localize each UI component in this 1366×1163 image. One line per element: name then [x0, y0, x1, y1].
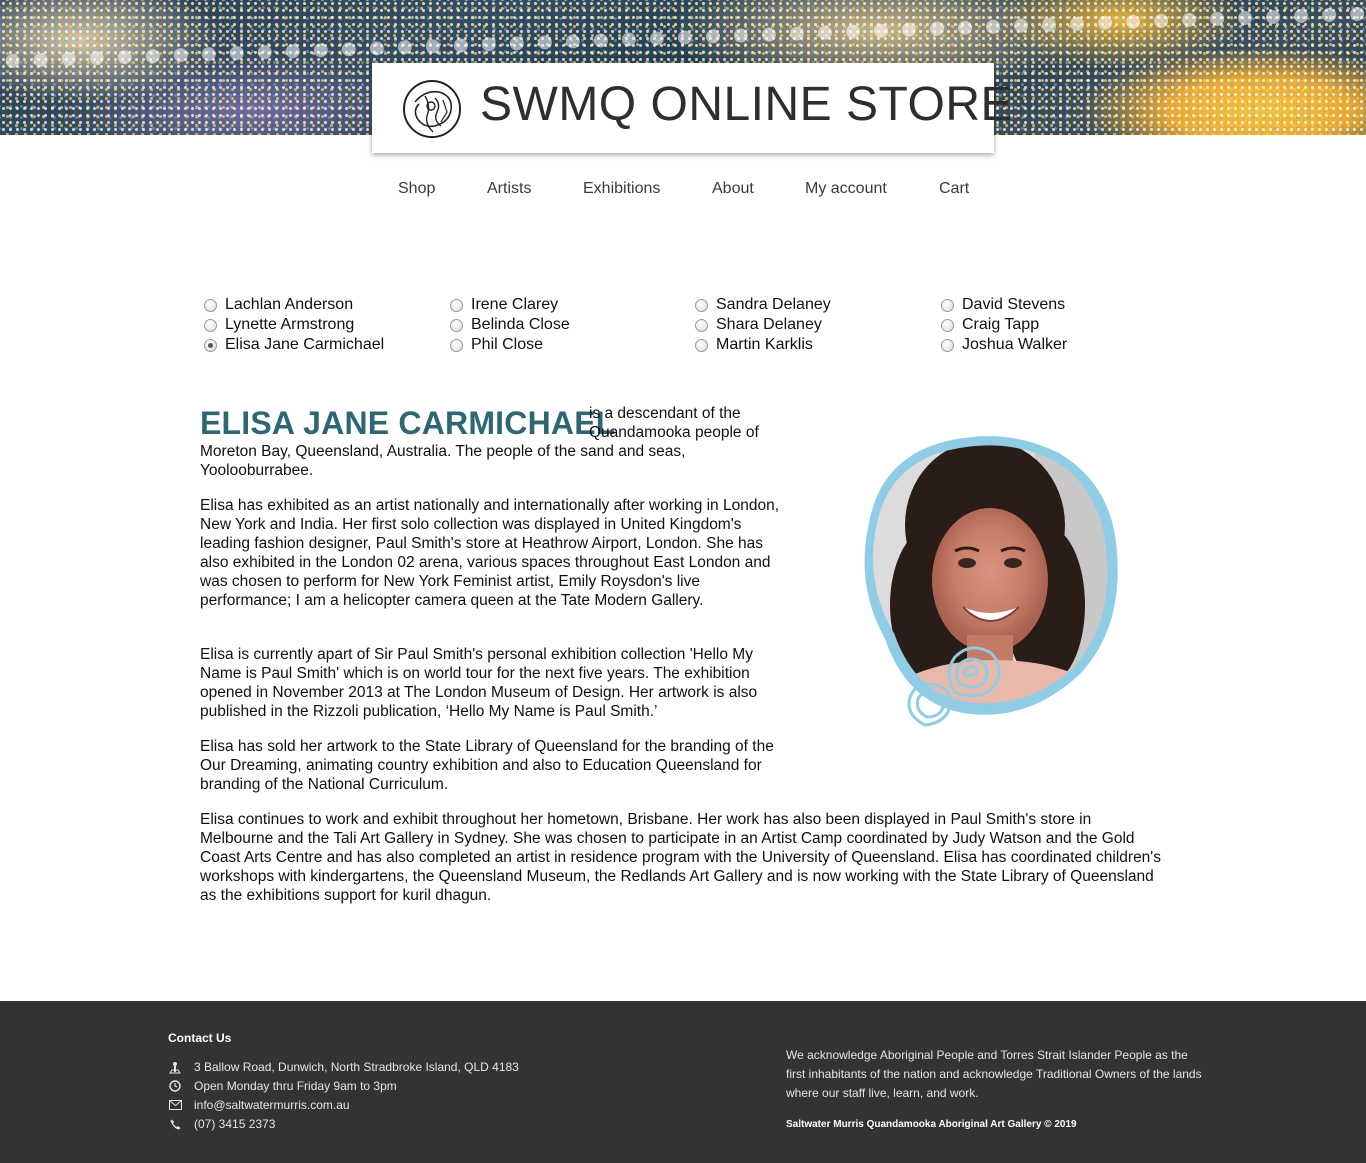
artist-name: Sandra Delaney: [716, 296, 831, 313]
radio-button[interactable]: [941, 338, 954, 352]
artist-option[interactable]: Irene Clarey: [450, 295, 690, 315]
radio-button[interactable]: [204, 298, 217, 312]
artist-option[interactable]: Craig Tapp: [941, 315, 1181, 335]
bio-intro-inline: is a descendant of the Quandamooka peopl…: [589, 405, 759, 441]
artist-option[interactable]: Lynette Armstrong: [204, 315, 444, 335]
nav-cart[interactable]: Cart: [939, 180, 969, 198]
artist-name-heading: ELISA JANE CARMICHAEL: [200, 405, 616, 441]
clock-icon: [168, 1079, 182, 1093]
hours-text: Open Monday thru Friday 9am to 3pm: [194, 1079, 397, 1093]
site-footer: Contact Us 3 Ballow Road, Dunwich, North…: [0, 1001, 1366, 1163]
store-logo-icon[interactable]: [403, 80, 461, 138]
artist-option[interactable]: Lachlan Anderson: [204, 295, 444, 315]
artist-option[interactable]: Phil Close: [450, 335, 690, 355]
bio-paragraph: Elisa continues to work and exhibit thro…: [200, 811, 1162, 904]
nav-my-account[interactable]: My account: [805, 180, 887, 198]
radio-button[interactable]: [450, 338, 463, 352]
artist-selector: Lachlan Anderson Lynette Armstrong Elisa…: [204, 295, 1104, 355]
artist-photo: [855, 435, 1120, 735]
radio-button[interactable]: [695, 318, 708, 332]
radio-button[interactable]: [695, 338, 708, 352]
nav-artists[interactable]: Artists: [487, 180, 531, 198]
artist-option[interactable]: Elisa Jane Carmichael: [204, 335, 444, 355]
contact-phone[interactable]: (07) 3415 2373: [168, 1116, 275, 1132]
artist-option[interactable]: Shara Delaney: [695, 315, 935, 335]
radio-button[interactable]: [204, 318, 217, 332]
address-text: 3 Ballow Road, Dunwich, North Stradbroke…: [194, 1060, 519, 1074]
copyright-text: Saltwater Murris Quandamooka Aboriginal …: [786, 1119, 1077, 1130]
artist-name: Phil Close: [471, 336, 544, 353]
contact-email[interactable]: info@saltwatermurris.com.au: [168, 1097, 350, 1113]
artist-option[interactable]: Joshua Walker: [941, 335, 1181, 355]
nav-exhibitions[interactable]: Exhibitions: [583, 180, 660, 198]
artist-name: Martin Karklis: [716, 336, 813, 353]
main-nav: Shop Artists Exhibitions About My accoun…: [0, 180, 1366, 202]
contact-heading: Contact Us: [168, 1031, 232, 1045]
radio-button[interactable]: [450, 298, 463, 312]
map-pin-icon: [168, 1060, 182, 1074]
bio-paragraph: Elisa has sold her artwork to the State …: [200, 738, 774, 793]
radio-button[interactable]: [695, 298, 708, 312]
artist-option[interactable]: Belinda Close: [450, 315, 690, 335]
radio-button[interactable]: [941, 298, 954, 312]
artist-column: Irene Clarey Belinda Close Phil Close: [450, 295, 690, 355]
artist-name: Joshua Walker: [962, 336, 1068, 353]
artist-name: Belinda Close: [471, 316, 570, 333]
site-header[interactable]: SWMQ ONLINE STORE: [372, 63, 1013, 153]
acknowledgement-text: We acknowledge Aboriginal People and Tor…: [786, 1048, 1202, 1100]
nav-shop[interactable]: Shop: [398, 180, 435, 198]
artist-option[interactable]: Martin Karklis: [695, 335, 935, 355]
artist-name: Lynette Armstrong: [225, 316, 355, 333]
radio-button[interactable]: [450, 318, 463, 332]
artist-name: David Stevens: [962, 296, 1066, 313]
artist-column: David Stevens Craig Tapp Joshua Walker: [941, 295, 1181, 355]
radio-button-selected[interactable]: [204, 338, 217, 352]
phone-link[interactable]: (07) 3415 2373: [194, 1117, 275, 1131]
artist-name: Shara Delaney: [716, 316, 822, 333]
artist-name: Craig Tapp: [962, 316, 1040, 333]
contact-address: 3 Ballow Road, Dunwich, North Stradbroke…: [168, 1059, 519, 1075]
artist-option[interactable]: Sandra Delaney: [695, 295, 935, 315]
artist-column: Lachlan Anderson Lynette Armstrong Elisa…: [204, 295, 444, 355]
contact-hours: Open Monday thru Friday 9am to 3pm: [168, 1078, 397, 1094]
envelope-icon: [168, 1098, 182, 1112]
artist-name: Lachlan Anderson: [225, 296, 354, 313]
radio-button[interactable]: [941, 318, 954, 332]
artist-name: Irene Clarey: [471, 296, 559, 313]
artist-option[interactable]: David Stevens: [941, 295, 1181, 315]
email-link[interactable]: info@saltwatermurris.com.au: [194, 1098, 350, 1112]
bio-intro-text: Moreton Bay, Queensland, Australia. The …: [200, 443, 686, 479]
artist-name: Elisa Jane Carmichael: [225, 336, 385, 353]
nav-about[interactable]: About: [712, 180, 754, 198]
bio-paragraph: Elisa is currently apart of Sir Paul Smi…: [200, 646, 758, 720]
phone-icon: [168, 1117, 182, 1131]
artist-column: Sandra Delaney Shara Delaney Martin Kark…: [695, 295, 935, 355]
bio-paragraph: Elisa has exhibited as an artist nationa…: [200, 497, 780, 609]
site-title[interactable]: SWMQ ONLINE STORE: [480, 77, 1013, 132]
